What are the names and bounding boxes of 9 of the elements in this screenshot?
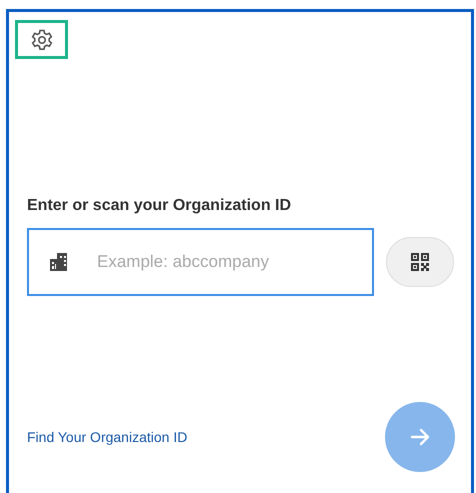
find-org-id-link[interactable]: Find Your Organization ID <box>27 429 188 445</box>
field-label: Enter or scan your Organization ID <box>27 197 292 215</box>
qr-scan-button[interactable] <box>386 237 454 287</box>
qr-code-icon <box>410 252 430 272</box>
settings-icon <box>30 28 54 52</box>
settings-button[interactable] <box>15 20 68 59</box>
org-id-field[interactable]: Example: abccompany <box>27 228 374 296</box>
arrow-right-icon <box>409 426 431 448</box>
building-icon <box>49 252 69 272</box>
